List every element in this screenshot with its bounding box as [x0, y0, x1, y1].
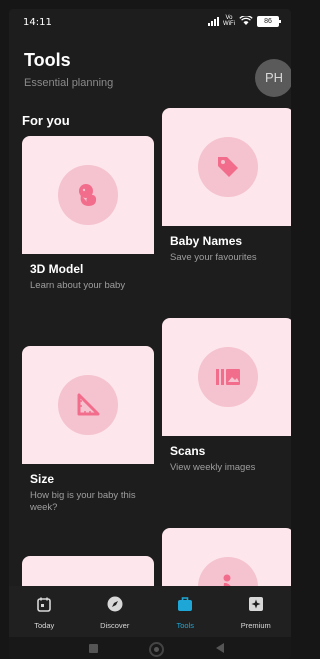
card-tile	[22, 346, 154, 464]
card-tile	[162, 528, 291, 586]
card-tile	[22, 556, 154, 586]
ruler-triangle-icon	[77, 393, 100, 416]
nav-label: Tools	[176, 621, 194, 630]
sparkle-icon	[248, 597, 263, 611]
card-tile	[162, 318, 291, 436]
compass-icon	[107, 596, 123, 612]
pregnant-person-icon	[223, 574, 231, 586]
tag-icon	[218, 157, 238, 177]
card-icon-circle	[58, 165, 118, 225]
home-button[interactable]	[149, 642, 164, 657]
nav-item-today[interactable]: Today	[14, 586, 74, 630]
card-description: Learn about your baby	[30, 280, 126, 291]
card-tile	[162, 108, 291, 226]
nav-label: Today	[34, 621, 55, 630]
card-tile	[22, 136, 154, 254]
card-partial-left[interactable]	[22, 556, 154, 586]
bottom-navigation: Today Discover Tools Premium	[9, 586, 291, 637]
card-icon-circle	[198, 137, 258, 197]
card-icon-circle	[198, 557, 258, 586]
nav-label: Discover	[100, 621, 130, 630]
card-baby-names[interactable]: Baby Names Save your favourites	[162, 108, 291, 264]
toolbox-icon	[178, 597, 193, 611]
calendar-icon	[37, 597, 52, 612]
system-navigation-bar	[9, 637, 291, 659]
app-screen: 14:11 Vo WiFi 86 Tools Essential plannin…	[9, 9, 291, 659]
nav-item-discover[interactable]: Discover	[85, 586, 145, 630]
card-title: 3D Model	[30, 262, 84, 276]
card-icon-circle	[198, 347, 258, 407]
nav-item-tools[interactable]: Tools	[155, 586, 215, 630]
scan-images-icon	[216, 369, 240, 385]
card-title: Size	[30, 472, 55, 486]
card-description: How big is your baby this week?	[30, 490, 136, 513]
card-title: Scans	[170, 444, 206, 458]
back-button[interactable]	[216, 643, 224, 653]
card-icon-circle	[58, 375, 118, 435]
card-description: View weekly images	[170, 462, 256, 473]
section-title: For you	[22, 113, 70, 128]
tools-grid: For you 3D Model Learn about your baby B…	[9, 9, 291, 586]
card-partial-right[interactable]	[162, 528, 291, 586]
nav-item-premium[interactable]: Premium	[226, 586, 286, 630]
nav-label: Premium	[240, 621, 271, 630]
recents-button[interactable]	[89, 644, 98, 653]
card-title: Baby Names	[170, 234, 243, 248]
baby-embryo-icon	[79, 184, 97, 206]
card-description: Save your favourites	[170, 252, 257, 263]
card-3d-model[interactable]: 3D Model Learn about your baby	[22, 136, 154, 292]
card-size[interactable]: Size How big is your baby this week?	[22, 346, 154, 514]
card-scans[interactable]: Scans View weekly images	[162, 318, 291, 474]
